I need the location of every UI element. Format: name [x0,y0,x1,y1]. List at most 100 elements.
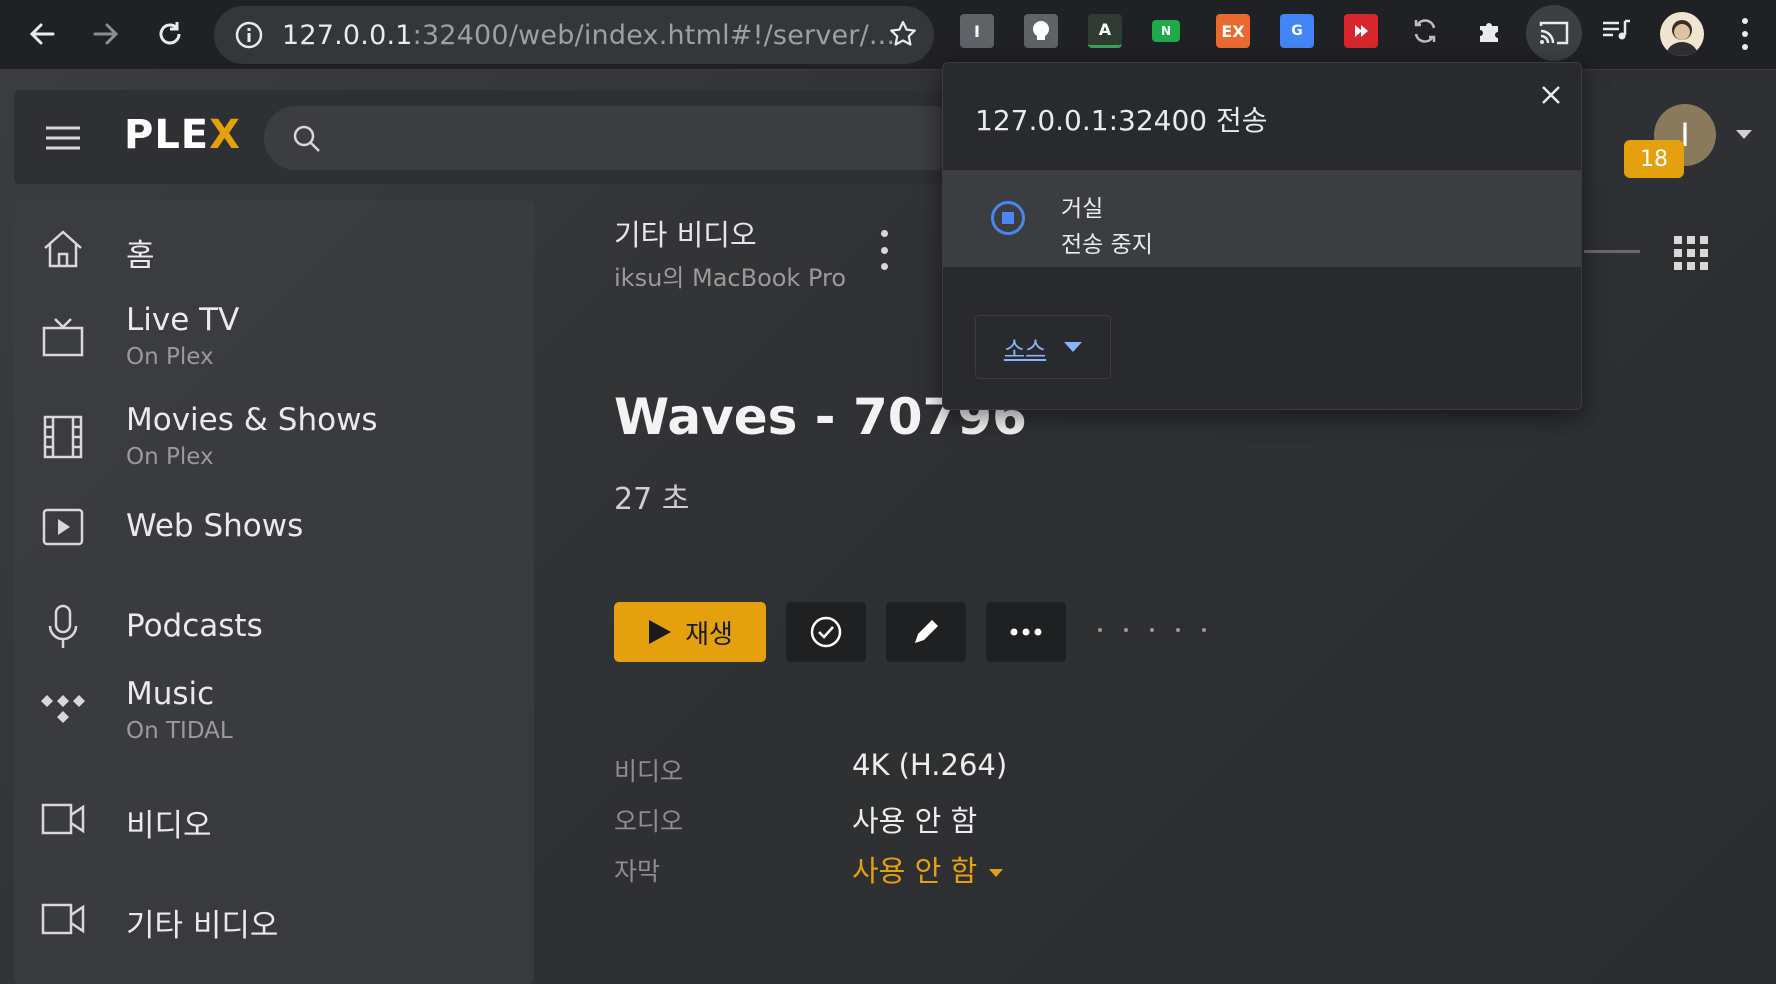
sidebar-item-label: Live TV [126,302,240,338]
check-circle-icon [810,616,842,648]
stop-casting-icon [991,201,1025,235]
edit-button[interactable] [886,602,966,662]
audio-value: 사용 안 함 [852,804,978,838]
chevron-down-icon [989,869,1004,877]
hamburger-menu-icon[interactable] [44,124,82,152]
audio-label: 오디오 [614,807,684,836]
sidebar-item-label: 기타 비디오 [126,908,279,944]
i-extension-icon[interactable]: I [960,14,994,48]
plex-logo-text: PLE [124,112,210,158]
n-extension-icon[interactable]: N [1152,20,1180,42]
search-icon [293,125,320,152]
cast-dialog: 127.0.0.1:32400 전송 거실 전송 중지 소스 [942,62,1582,410]
video-label: 비디오 [614,757,684,786]
url-path: :32400/web/index.html#!/server/... [412,20,896,51]
back-button[interactable] [20,12,64,56]
cast-source-dropdown[interactable]: 소스 [975,315,1111,379]
play-button[interactable]: 재생 [614,602,766,662]
library-title[interactable]: 기타 비디오 [614,212,757,254]
sidebar-item-video[interactable]: 비디오 [14,774,534,864]
sidebar-item-label: 비디오 [126,808,212,844]
subtitle-dropdown[interactable]: 사용 안 함 [852,848,1004,890]
info-icon[interactable] [234,20,264,50]
subtitle-value: 사용 안 함 [852,854,978,888]
sidebar-item-label: Movies & Shows [126,402,378,438]
reload-button[interactable] [148,12,192,56]
user-menu-chevron-down-icon[interactable] [1736,130,1752,139]
plex-logo[interactable]: PLEX [124,112,241,158]
sidebar-item-label: 홈 [126,238,155,274]
forward-button[interactable] [84,12,128,56]
cast-icon [1539,21,1569,45]
notification-count: 18 [1640,146,1668,172]
profile-avatar[interactable] [1660,12,1704,56]
mark-watched-button[interactable] [786,602,866,662]
browser-toolbar: 127.0.0.1:32400/web/index.html#!/server/… [0,0,1776,70]
sidebar-item-movies-shows[interactable]: Movies & Shows On Plex [14,392,534,482]
sidebar-item-label: Web Shows [126,508,304,544]
sidebar: 홈 Live TV On Plex Movies & Shows On Plex… [14,200,534,984]
tv-icon [38,312,88,362]
sync-extension-icon[interactable] [1408,14,1442,48]
red-play-extension-icon[interactable] [1344,14,1378,48]
ex-extension-icon[interactable]: EX [1216,14,1250,48]
chevron-down-icon [1064,342,1083,352]
bookmark-star-icon[interactable] [888,19,918,49]
i-extension-label: I [974,21,980,41]
tidal-icon [38,686,88,736]
film-icon [38,412,88,462]
puzzle-extensions-icon[interactable] [1472,14,1506,48]
reload-icon [159,22,181,45]
subtitle-label: 자막 [614,857,661,886]
translate-extension-icon[interactable]: G [1280,14,1314,48]
sidebar-item-home[interactable]: 홈 [14,204,534,294]
address-bar[interactable]: 127.0.0.1:32400/web/index.html#!/server/… [214,6,934,64]
grid-view-icon[interactable] [1674,236,1708,270]
url-text[interactable]: 127.0.0.1:32400/web/index.html#!/server/… [282,20,895,51]
font-extension-label: A [1098,20,1112,39]
play-button-label: 재생 [685,619,733,650]
media-queue-icon[interactable] [1600,14,1634,48]
more-actions-button[interactable] [986,602,1066,662]
sidebar-item-podcasts[interactable]: Podcasts [14,582,534,672]
sidebar-item-sublabel: On Plex [126,444,214,470]
video-camera-icon [38,894,88,944]
cast-button[interactable] [1526,5,1582,61]
sidebar-item-label: Podcasts [126,608,263,644]
sidebar-item-music[interactable]: Music On TIDAL [14,666,534,756]
sidebar-item-web-shows[interactable]: Web Shows [14,482,534,572]
sidebar-item-other-videos[interactable]: 기타 비디오 [14,874,534,964]
close-icon[interactable] [1537,81,1565,109]
sidebar-item-sublabel: On Plex [126,344,214,370]
video-camera-icon [38,794,88,844]
pencil-icon [915,620,938,643]
play-square-icon [38,502,88,552]
cast-device-status: 전송 중지 [1061,232,1153,258]
sidebar-item-live-tv[interactable]: Live TV On Plex [14,292,534,382]
font-extension-icon[interactable]: A [1088,14,1122,48]
sidebar-item-label: Music [126,676,215,712]
microphone-icon [38,602,88,652]
url-host: 127.0.0.1 [282,20,413,51]
server-name: iksu의 MacBook Pro [614,264,847,292]
notification-badge[interactable]: 18 [1624,140,1684,178]
translate-extension-label: G [1291,23,1303,39]
size-slider[interactable] [1584,250,1640,253]
search-input[interactable] [264,106,964,170]
video-value: 4K (H.264) [852,748,1008,782]
chrome-menu-button[interactable] [1740,18,1750,50]
cast-device-name: 거실 [1061,196,1104,222]
plex-logo-x: X [209,112,241,158]
cast-dialog-title: 127.0.0.1:32400 전송 [975,104,1268,137]
library-more-options-icon[interactable] [872,230,896,270]
ex-extension-label: EX [1221,21,1245,41]
cast-source-label: 소스 [1003,337,1047,363]
bulb-extension-icon[interactable] [1024,14,1058,48]
forward-arrow-icon [93,23,119,45]
loading-dots [1098,628,1206,632]
n-extension-label: N [1160,24,1172,38]
cast-device-row[interactable]: 거실 전송 중지 [943,171,1581,267]
play-icon [649,620,672,644]
sidebar-item-sublabel: On TIDAL [126,718,233,744]
back-arrow-icon [29,23,55,45]
